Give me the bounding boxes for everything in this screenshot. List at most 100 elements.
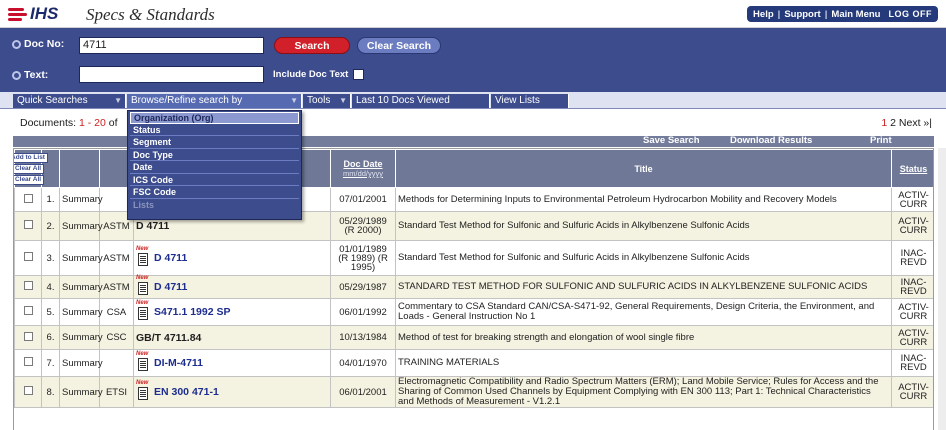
- dropdown-item[interactable]: ICS Code: [130, 175, 299, 186]
- row-number: 5.: [41, 298, 60, 326]
- browse-refine-menu[interactable]: Browse/Refine search by ▼: [127, 94, 302, 108]
- publisher-cell: CSA: [99, 298, 134, 326]
- support-link[interactable]: Support: [784, 9, 820, 20]
- add-to-list-button[interactable]: Add to List: [14, 152, 48, 163]
- view-lists-menu[interactable]: View Lists: [491, 94, 569, 108]
- dropdown-item[interactable]: Status: [130, 125, 299, 136]
- doc-number-link[interactable]: DI-M-4711: [154, 357, 203, 369]
- scrollbar[interactable]: [938, 148, 946, 430]
- row-checkbox[interactable]: [23, 357, 33, 366]
- clear-all-button[interactable]: Clear All: [14, 174, 45, 185]
- document-icon[interactable]: New: [136, 300, 150, 322]
- browse-refine-dropdown: Organization (Org) Status Segment Doc Type D…: [127, 110, 302, 220]
- document-icon[interactable]: New: [136, 275, 150, 297]
- row-number: 4.: [41, 275, 60, 299]
- doc-number-link[interactable]: EN 300 471-1: [154, 386, 219, 398]
- row-select-cell: [14, 211, 42, 241]
- last-10-docs-menu[interactable]: Last 10 Docs Viewed: [352, 94, 490, 108]
- dropdown-item[interactable]: Organization (Org): [130, 112, 299, 124]
- dropdown-item[interactable]: Doc Type: [130, 150, 299, 161]
- summary-link[interactable]: Summary: [59, 376, 103, 408]
- publisher-cell: CSC: [99, 325, 134, 350]
- summary-link[interactable]: Summary: [59, 240, 103, 276]
- summary-link[interactable]: Summary: [59, 298, 103, 326]
- summary-link[interactable]: Summary: [59, 275, 103, 299]
- status-sort-link[interactable]: Status: [900, 164, 928, 174]
- print-link[interactable]: Print: [870, 135, 892, 146]
- table-row[interactable]: 4. Summary ASTM New D 4711 05/29/1987 STANDARD…: [14, 275, 933, 299]
- row-checkbox[interactable]: [23, 220, 33, 229]
- bullet-icon: [12, 39, 21, 49]
- clear-all-button[interactable]: Clear All: [14, 163, 45, 174]
- doc-date-label: Doc Date: [343, 159, 383, 169]
- row-number: 2.: [41, 211, 60, 241]
- row-checkbox[interactable]: [23, 331, 33, 341]
- row-checkbox[interactable]: [23, 252, 33, 261]
- doc-number-link[interactable]: GB/T 4711.84: [136, 332, 201, 344]
- dropdown-item: Lists: [133, 199, 155, 210]
- row-select-cell: [14, 376, 42, 408]
- doc-no-input[interactable]: 4711: [79, 37, 264, 54]
- row-number: 1.: [41, 187, 60, 212]
- row-checkbox[interactable]: [23, 386, 33, 395]
- status-cell: INAC-REVD: [891, 240, 933, 276]
- doc-date-sort-link[interactable]: Doc Date mm/dd/yyyy: [331, 159, 395, 178]
- doc-number-link[interactable]: S471.1 1992 SP: [154, 306, 230, 318]
- table-row[interactable]: 7. Summary New DI-M-4711 04/01/1970 TRAINING …: [14, 349, 933, 377]
- help-link[interactable]: Help: [753, 9, 774, 20]
- doc-number-cell: New EN 300 471-1: [133, 376, 331, 408]
- quick-searches-menu[interactable]: Quick Searches ▼: [13, 94, 126, 108]
- doc-date-header[interactable]: Doc Date mm/dd/yyyy: [330, 149, 396, 188]
- document-icon[interactable]: New: [136, 380, 150, 402]
- summary-link[interactable]: Summary: [59, 211, 103, 241]
- tools-menu[interactable]: Tools ▼: [303, 94, 351, 108]
- table-row[interactable]: 8. Summary ETSI New EN 300 471-1 06/01/2001 El…: [14, 376, 933, 408]
- tools-label: Tools: [307, 95, 331, 106]
- doc-number-link[interactable]: D 4711: [136, 220, 169, 232]
- table-row[interactable]: 3. Summary ASTM New D 4711 01/01/1989 (R 1989…: [14, 240, 933, 276]
- summary-link[interactable]: Summary: [59, 349, 103, 377]
- title-cell: TRAINING MATERIALS: [395, 349, 892, 377]
- row-checkbox[interactable]: [23, 306, 33, 315]
- doc-number-link[interactable]: D 4711: [154, 281, 187, 293]
- doc-date-cell: 06/01/2001: [330, 376, 396, 408]
- text-label-text: Text:: [24, 69, 49, 81]
- ihs-logo[interactable]: IHS: [8, 4, 58, 24]
- title-header[interactable]: Title: [395, 149, 892, 188]
- nav-separator: |: [824, 8, 828, 20]
- summary-link[interactable]: Summary: [59, 325, 103, 350]
- search-button[interactable]: Search: [274, 37, 350, 54]
- row-checkbox[interactable]: [23, 281, 33, 290]
- documents-range: 1 - 20: [78, 117, 106, 129]
- table-row[interactable]: 6. Summary CSC GB/T 4711.84 10/13/1984 Method…: [14, 325, 933, 350]
- main-menu-link[interactable]: Main Menu: [831, 9, 880, 20]
- row-checkbox[interactable]: [23, 193, 33, 203]
- text-search-input[interactable]: [79, 66, 264, 83]
- document-icon[interactable]: New: [136, 246, 150, 268]
- save-search-link[interactable]: Save Search: [643, 135, 700, 146]
- doc-number-link[interactable]: D 4711: [154, 252, 187, 264]
- doc-date-cell: 05/29/1989 (R 2000): [330, 211, 396, 241]
- download-results-link[interactable]: Download Results: [730, 135, 812, 146]
- clear-search-button[interactable]: Clear Search: [357, 37, 441, 54]
- title-cell: Standard Test Method for Sulfonic and Su…: [395, 211, 892, 241]
- include-doc-text-checkbox[interactable]: [353, 69, 365, 80]
- dropdown-item[interactable]: Date: [130, 162, 299, 174]
- title-cell: STANDARD TEST METHOD FOR SULFONIC AND SU…: [395, 275, 892, 299]
- status-cell: ACTIV-CURR: [891, 211, 933, 241]
- app-title: Specs & Standards: [86, 5, 215, 24]
- dropdown-item[interactable]: FSC Code: [130, 187, 299, 199]
- chevron-down-icon: ▼: [114, 96, 122, 105]
- status-header[interactable]: Status: [891, 149, 933, 188]
- log-off-link[interactable]: LOG OFF: [889, 9, 933, 19]
- title-cell: Standard Test Method for Sulfonic and Su…: [395, 240, 892, 276]
- summary-link[interactable]: Summary: [59, 187, 103, 212]
- bullet-icon: [12, 70, 21, 80]
- pager-next-link[interactable]: 2 Next »|: [887, 117, 932, 129]
- row-select-cell: [14, 349, 42, 377]
- table-row[interactable]: 5. Summary CSA New S471.1 1992 SP 06/01/1992 C…: [14, 298, 933, 326]
- top-bar: IHS Specs & Standards Help | Support | M…: [0, 0, 946, 28]
- document-icon[interactable]: New: [136, 351, 150, 373]
- row-select-cell: [14, 298, 42, 326]
- dropdown-item[interactable]: Segment: [130, 137, 299, 149]
